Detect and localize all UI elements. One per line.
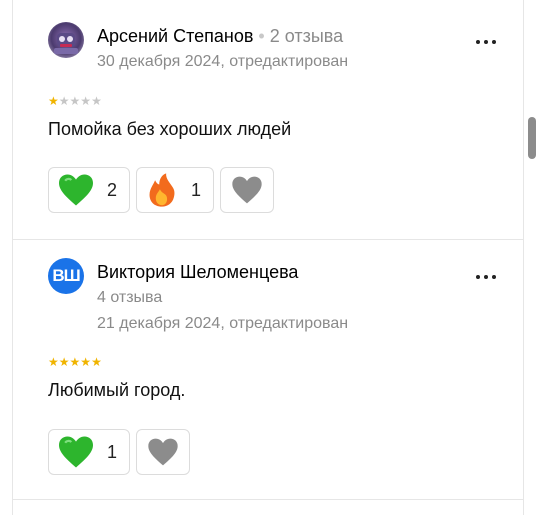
author-name[interactable]: Виктория Шеломенцева	[97, 262, 298, 283]
star-icon: ★	[91, 94, 102, 108]
dot-icon	[476, 40, 480, 44]
reactions-bar: 1	[48, 429, 191, 475]
review-date: 21 декабря 2024, отредактирован	[97, 315, 349, 332]
dot-icon	[484, 40, 488, 44]
reaction-count: 2	[107, 179, 118, 200]
more-options-button[interactable]	[472, 267, 500, 287]
add-reaction-button[interactable]	[220, 167, 275, 213]
avatar-photo-icon	[54, 33, 78, 54]
add-reaction-button[interactable]	[136, 429, 191, 475]
reaction-heart-button[interactable]: 1	[48, 429, 131, 475]
star-icon: ★	[80, 355, 92, 369]
dot-icon	[484, 275, 488, 279]
separator-dot: •	[258, 26, 265, 46]
star-icon: ★	[69, 355, 81, 369]
star-icon: ★	[58, 355, 70, 369]
review-date: 30 декабря 2024, отредактирован	[97, 53, 349, 70]
star-icon: ★	[58, 94, 70, 108]
reaction-heart-button[interactable]: 2	[48, 167, 131, 213]
rating-stars: ★★★★★	[48, 355, 102, 369]
review-count: 4 отзыва	[97, 289, 163, 306]
fire-icon	[149, 173, 175, 207]
dot-icon	[492, 40, 496, 44]
star-icon: ★	[48, 355, 59, 369]
heart-icon	[232, 176, 262, 204]
author-name-text[interactable]: Арсений Степанов	[97, 26, 253, 46]
reaction-fire-button[interactable]: 1	[136, 167, 215, 213]
avatar[interactable]	[48, 22, 84, 58]
review-text: Любимый город.	[48, 380, 186, 400]
more-options-button[interactable]	[472, 32, 500, 52]
rating-stars: ★★★★★	[48, 94, 102, 108]
review-divider	[12, 499, 524, 500]
star-icon: ★	[69, 94, 81, 108]
green-heart-icon	[59, 436, 93, 468]
avatar[interactable]: ВШ	[48, 258, 84, 294]
green-heart-icon	[59, 174, 93, 206]
star-icon: ★	[80, 94, 92, 108]
star-icon: ★	[91, 355, 102, 369]
reaction-count: 1	[191, 179, 202, 200]
reactions-bar: 2 1	[48, 167, 275, 213]
review-card: Арсений Степанов • 2 отзыва 30 декабря 202…	[48, 22, 508, 222]
review-divider	[12, 239, 524, 240]
author-name[interactable]: Арсений Степанов • 2 отзыва	[97, 26, 343, 47]
heart-icon	[148, 438, 178, 466]
dot-icon	[476, 275, 480, 279]
star-icon: ★	[48, 94, 59, 108]
review-card: ВШ Виктория Шеломенцева 4 отзыва 21 дека…	[48, 258, 508, 488]
review-text: Помойка без хороших людей	[48, 119, 292, 139]
dot-icon	[492, 275, 496, 279]
review-count: 2 отзыва	[269, 26, 344, 46]
scrollbar-thumb[interactable]	[528, 117, 536, 159]
reaction-count: 1	[107, 441, 118, 462]
